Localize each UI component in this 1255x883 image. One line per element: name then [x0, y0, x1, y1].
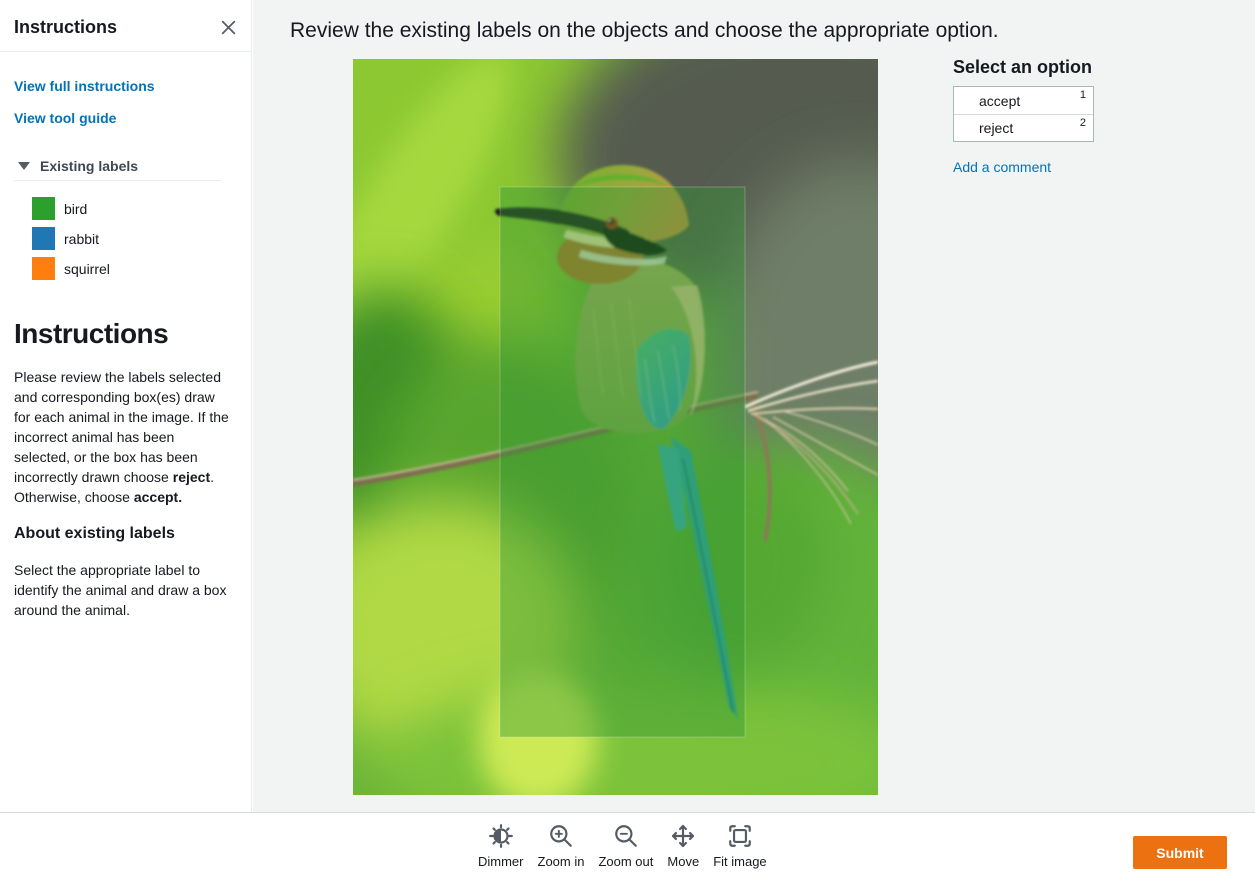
- submit-button[interactable]: Submit: [1133, 836, 1227, 869]
- bounding-box-bird[interactable]: [500, 187, 745, 737]
- zoom-in-icon: [548, 822, 574, 850]
- option-label: reject: [979, 120, 1013, 136]
- zoom-in-button[interactable]: Zoom in: [538, 822, 585, 869]
- move-button[interactable]: Move: [667, 822, 699, 869]
- zoom-out-button[interactable]: Zoom out: [598, 822, 653, 869]
- about-existing-labels-heading: About existing labels: [14, 525, 237, 543]
- view-full-instructions-link[interactable]: View full instructions: [14, 78, 237, 94]
- instruction-links: View full instructions View tool guide: [0, 52, 251, 126]
- toolbar-footer: Dimmer Zoom in: [0, 812, 1255, 883]
- option-panel: Select an option accept 1 reject 2 Add a…: [953, 57, 1113, 177]
- instructions-panel: Instructions View full instructions View…: [0, 0, 252, 812]
- bird-photo: [353, 59, 878, 795]
- view-tool-guide-link[interactable]: View tool guide: [14, 110, 237, 126]
- option-label: accept: [979, 93, 1020, 109]
- label-item-rabbit: rabbit: [32, 227, 251, 250]
- divider: [14, 180, 221, 181]
- panel-title: Instructions: [14, 17, 117, 38]
- existing-labels-header: Existing labels: [40, 158, 138, 174]
- label-color-swatch: [32, 197, 55, 220]
- option-shortcut: 1: [1080, 89, 1086, 101]
- task-prompt: Review the existing labels on the object…: [290, 19, 999, 43]
- label-name: bird: [64, 201, 87, 217]
- label-item-squirrel: squirrel: [32, 257, 251, 280]
- label-item-bird: bird: [32, 197, 251, 220]
- zoom-out-icon: [613, 822, 639, 850]
- options-heading: Select an option: [953, 57, 1113, 78]
- instructions-heading: Instructions: [14, 318, 237, 350]
- label-name: squirrel: [64, 261, 110, 277]
- tool-label: Move: [667, 854, 699, 869]
- tool-label: Zoom out: [598, 854, 653, 869]
- fit-image-icon: [727, 822, 753, 850]
- tool-label: Dimmer: [478, 854, 524, 869]
- label-name: rabbit: [64, 231, 99, 247]
- dimmer-button[interactable]: Dimmer: [478, 822, 524, 869]
- dimmer-icon: [488, 822, 514, 850]
- image-tools: Dimmer Zoom in: [478, 822, 767, 869]
- instructions-panel-header: Instructions: [0, 0, 251, 52]
- chevron-down-icon: [18, 162, 30, 170]
- existing-labels-toggle[interactable]: Existing labels: [18, 158, 237, 174]
- option-reject[interactable]: reject 2: [954, 114, 1093, 141]
- option-shortcut: 2: [1080, 117, 1086, 129]
- close-icon[interactable]: [220, 19, 237, 41]
- task-image[interactable]: [353, 59, 878, 795]
- options-group: accept 1 reject 2: [953, 86, 1094, 142]
- tool-label: Fit image: [713, 854, 766, 869]
- tool-label: Zoom in: [538, 854, 585, 869]
- label-color-swatch: [32, 257, 55, 280]
- label-legend: bird rabbit squirrel: [0, 197, 251, 280]
- instructions-text: Please review the labels selected and co…: [14, 367, 232, 507]
- about-existing-labels-text: Select the appropriate label to identify…: [14, 560, 232, 620]
- add-comment-link[interactable]: Add a comment: [953, 159, 1051, 175]
- labeling-workspace: Review the existing labels on the object…: [253, 0, 1255, 812]
- move-icon: [670, 822, 696, 850]
- fit-image-button[interactable]: Fit image: [713, 822, 766, 869]
- label-color-swatch: [32, 227, 55, 250]
- option-accept[interactable]: accept 1: [954, 87, 1093, 114]
